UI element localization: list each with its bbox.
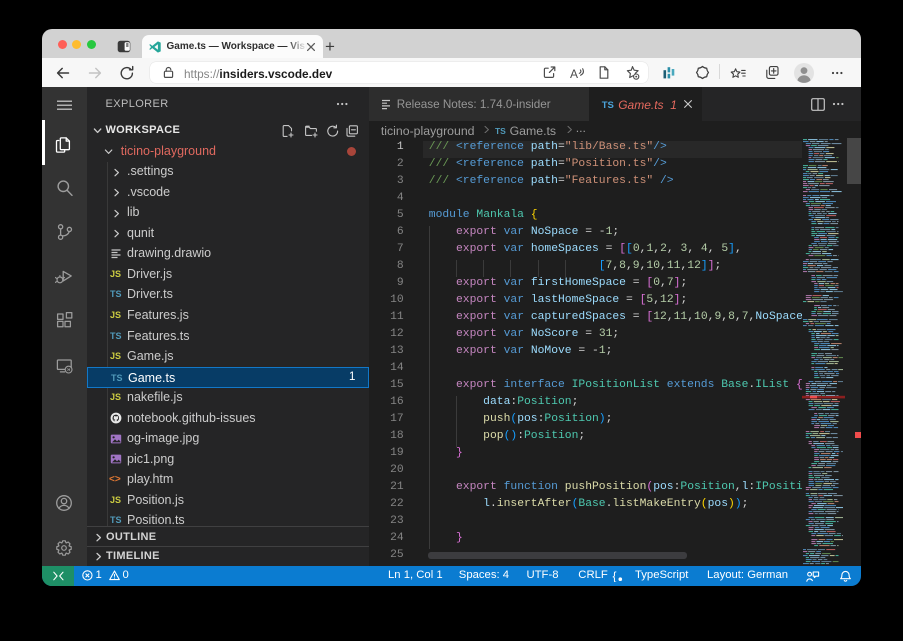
svg-text:A: A xyxy=(570,67,578,80)
svg-text:{: { xyxy=(613,569,617,582)
